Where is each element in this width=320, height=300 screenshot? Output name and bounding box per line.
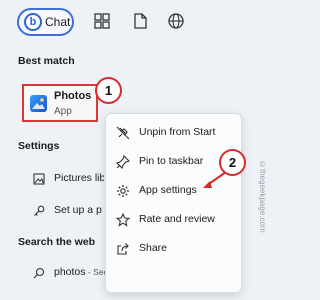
- menu-item-rate-review[interactable]: Rate and review: [106, 207, 243, 233]
- share-icon: [117, 243, 129, 255]
- menu-label-app-settings: App settings: [139, 184, 197, 196]
- search-web-heading: Search the web: [18, 236, 96, 248]
- step-badge-2: 2: [219, 149, 246, 176]
- menu-item-app-settings[interactable]: App settings: [106, 178, 243, 204]
- pin-icon: [116, 155, 130, 169]
- app-type: App: [54, 106, 72, 117]
- copilot-logo-icon: b: [24, 13, 42, 31]
- context-menu: Unpin from Start Pin to taskbar App sett…: [105, 113, 242, 293]
- photos-app-icon: [30, 95, 47, 112]
- unpin-icon: [116, 126, 130, 140]
- settings-item-pictures[interactable]: Pictures lib: [54, 172, 104, 184]
- top-bar: b Chat: [0, 0, 269, 44]
- best-match-heading: Best match: [18, 55, 75, 67]
- settings-heading: Settings: [18, 140, 60, 152]
- gear-icon: [117, 185, 129, 197]
- search-icon: [33, 267, 45, 279]
- star-icon: [116, 213, 130, 227]
- best-match-result[interactable]: Photos App: [22, 84, 98, 122]
- menu-label-pin: Pin to taskbar: [139, 155, 204, 167]
- menu-item-share[interactable]: Share: [106, 236, 243, 262]
- watermark: ©thegeekpage.com: [258, 160, 267, 233]
- image-icon: [33, 173, 45, 185]
- menu-label-unpin: Unpin from Start: [139, 126, 216, 138]
- menu-item-unpin[interactable]: Unpin from Start: [106, 120, 243, 146]
- grid-icon[interactable]: [93, 12, 111, 30]
- globe-icon[interactable]: [167, 12, 185, 30]
- key-icon: [34, 205, 45, 216]
- step-badge-1: 1: [95, 77, 122, 104]
- web-query: photos: [54, 266, 86, 278]
- document-icon[interactable]: [131, 12, 149, 30]
- chat-label: Chat: [45, 15, 71, 29]
- settings-item-setup[interactable]: Set up a p: [54, 204, 104, 216]
- chat-button[interactable]: b Chat: [17, 8, 74, 36]
- app-name: Photos: [54, 90, 92, 102]
- menu-label-rate: Rate and review: [139, 213, 215, 225]
- menu-label-share: Share: [139, 242, 168, 254]
